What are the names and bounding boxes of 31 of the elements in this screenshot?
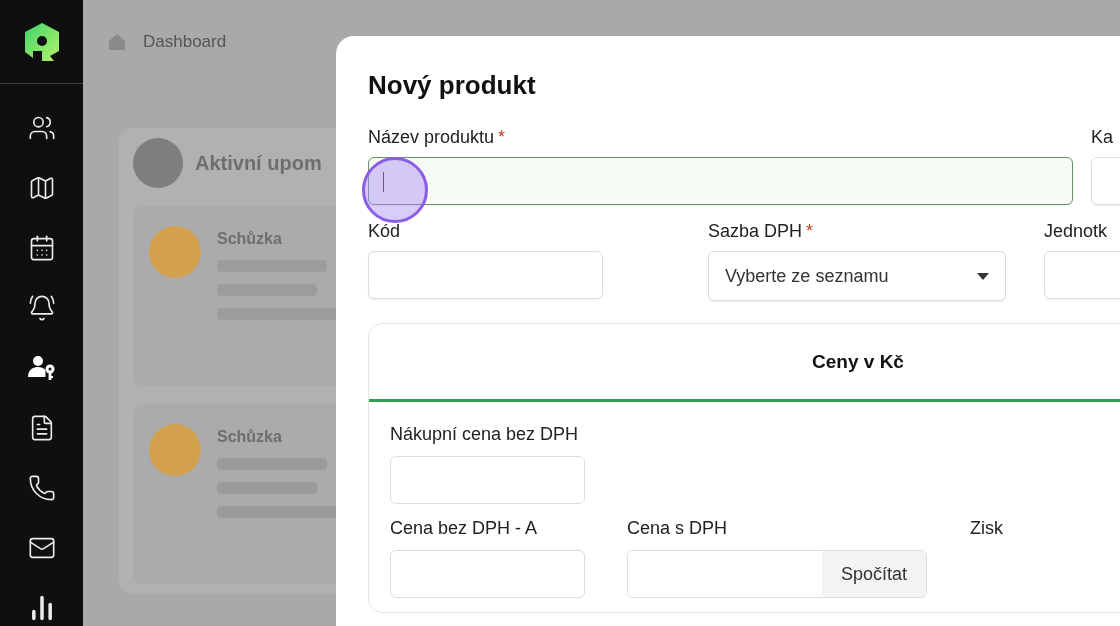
panel-title: Aktivní upom	[195, 151, 322, 175]
user-key-icon	[27, 355, 56, 381]
field-label: Název produktu	[368, 127, 495, 149]
phone-icon	[27, 474, 56, 502]
home-icon	[107, 33, 127, 51]
field-label: Jednotk	[1044, 221, 1108, 243]
breadcrumb: Dashboard	[143, 32, 227, 52]
dialog-title: Nový produkt	[368, 70, 537, 101]
reminder-avatar-icon	[149, 424, 201, 476]
input-field[interactable]	[368, 157, 1073, 205]
users-icon	[27, 114, 56, 142]
caret-icon	[977, 272, 989, 280]
field-label: Nákupní cena bez DPH	[390, 424, 579, 446]
field-label: Zisk	[970, 518, 1003, 540]
required-mark: *	[498, 127, 506, 149]
field-label: Cena bez DPH - A	[390, 518, 538, 540]
field-label: Ka	[1091, 127, 1114, 149]
reminder-title: Schůzka	[217, 230, 283, 248]
reminder-title: Schůzka	[217, 428, 283, 446]
select-field[interactable]: Vyberte ze seznamu	[708, 251, 1006, 301]
field-label: Cena s DPH	[627, 518, 728, 540]
prices-tab[interactable]: Ceny v Kč	[812, 350, 904, 373]
logo-icon	[22, 21, 61, 62]
calculate-button[interactable]: Spočítat	[822, 551, 926, 597]
field-label: Sazba DPH	[708, 221, 803, 243]
bell-icon	[27, 294, 56, 322]
input-field[interactable]: Spočítat	[627, 550, 927, 598]
text-cursor	[383, 172, 384, 192]
field-label: Kód	[368, 221, 401, 243]
required-mark: *	[806, 221, 814, 243]
reminder-avatar-icon	[149, 226, 201, 278]
